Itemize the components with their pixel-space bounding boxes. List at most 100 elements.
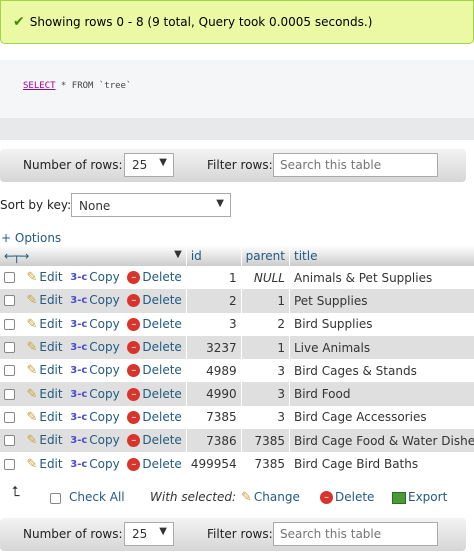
table-row: ✎ Edit 3-c Copy – Delete 3237 1 Live Animals [0,335,474,360]
edit-button[interactable]: Edit [39,433,62,447]
check-icon: ✔ [13,14,25,30]
filter-label: Filter rows: [207,527,273,541]
column-arrows-icon[interactable]: ←┬→ [4,249,29,263]
cell-parent: NULL [241,266,290,290]
row-checkbox[interactable] [4,318,15,330]
cell-id: 1 [186,266,242,290]
cell-title: Bird Supplies [289,312,474,336]
delete-button[interactable]: Delete [142,340,181,354]
table-row: ✎ Edit 3-c Copy – Delete 4989 3 Bird Cages & S… [0,359,474,383]
row-checkbox[interactable] [4,435,15,447]
delete-button[interactable]: Delete [142,293,181,307]
delete-button[interactable]: Delete [142,387,181,401]
copy-icon: 3-c [70,318,88,330]
edit-button[interactable]: Edit [39,387,62,401]
edit-button[interactable]: Edit [39,340,62,354]
copy-button[interactable]: Copy [89,433,119,447]
column-header-parent[interactable]: parent [241,245,290,266]
delete-button[interactable]: Delete [142,363,181,377]
bulk-actions-bar: ⮤ Check All With selected: ✎ Change – Dele… [0,484,474,510]
row-checkbox[interactable] [4,295,15,307]
caret-down-icon: ▼ [216,198,224,209]
delete-button[interactable]: Delete [142,433,181,447]
check-all-link[interactable]: Check All [69,490,125,504]
table-row: ✎ Edit 3-c Copy – Delete 1 NULL Animals & Pet … [0,266,474,290]
sort-triangle-icon[interactable]: ▼ [174,249,182,260]
delete-button[interactable]: Delete [142,270,181,284]
bulk-change-button[interactable]: Change [254,490,300,504]
copy-button[interactable]: Copy [89,387,119,401]
row-actions-cell: ✎ Edit 3-c Copy – Delete [0,289,187,313]
row-actions-cell: ✎ Edit 3-c Copy – Delete [0,266,187,290]
delete-icon: – [127,457,141,471]
bulk-export-button[interactable]: Export [408,490,447,504]
pencil-icon: ✎ [26,363,38,379]
row-actions-cell: ✎ Edit 3-c Copy – Delete [0,429,187,453]
edit-button[interactable]: Edit [39,457,62,471]
row-checkbox[interactable] [4,272,15,284]
filter-input-bottom[interactable] [273,522,438,546]
row-actions-cell: ✎ Edit 3-c Copy – Delete [0,312,187,336]
copy-icon: 3-c [70,342,88,354]
copy-button[interactable]: Copy [89,270,119,284]
cell-parent: 2 [241,312,290,336]
edit-button[interactable]: Edit [39,293,62,307]
copy-icon: 3-c [70,458,88,470]
rows-select-bottom[interactable]: 25 ▼ [124,522,174,546]
row-checkbox[interactable] [4,342,15,354]
bulk-delete-button[interactable]: Delete [335,490,374,504]
caret-down-icon: ▼ [159,157,167,168]
delete-icon: – [127,294,141,308]
edit-button[interactable]: Edit [39,410,62,424]
edit-button[interactable]: Edit [39,270,62,284]
caret-down-icon: ▼ [159,526,167,537]
options-link[interactable]: + Options [1,231,61,245]
delete-button[interactable]: Delete [142,410,181,424]
delete-icon: – [127,410,141,424]
rows-select[interactable]: 25 ▼ [124,153,174,177]
cell-id: 499954 [186,452,242,476]
column-header-title[interactable]: title [289,245,474,266]
copy-button[interactable]: Copy [89,317,119,331]
copy-button[interactable]: Copy [89,457,119,471]
sql-query-box: SELECT * FROM `tree` [0,60,474,140]
delete-button[interactable]: Delete [142,317,181,331]
results-table: ←┬→ ▼ id parent title ✎ Edit 3-c Copy – Del… [0,245,474,476]
copy-button[interactable]: Copy [89,340,119,354]
copy-button[interactable]: Copy [89,293,119,307]
table-row: ✎ Edit 3-c Copy – Delete 4990 3 Bird Food [0,382,474,406]
cell-title: Live Animals [289,335,474,360]
copy-button[interactable]: Copy [89,410,119,424]
row-actions-cell: ✎ Edit 3-c Copy – Delete [0,452,187,476]
pencil-icon: ✎ [26,386,38,402]
cell-parent: 3 [241,405,290,430]
pencil-icon: ✎ [241,490,252,505]
pencil-icon: ✎ [26,293,38,309]
copy-button[interactable]: Copy [89,363,119,377]
delete-icon: – [127,434,141,448]
cell-title: Pet Supplies [289,289,474,313]
row-checkbox[interactable] [4,388,15,400]
cell-title: Bird Cage Food & Water Dishes [289,429,474,453]
cell-id: 3 [186,312,242,336]
cell-parent: 1 [241,289,290,313]
column-header-id[interactable]: id [186,245,242,266]
edit-button[interactable]: Edit [39,363,62,377]
row-checkbox[interactable] [4,411,15,423]
cell-title: Bird Cages & Stands [289,359,474,383]
row-checkbox[interactable] [4,365,15,377]
rows-value: 25 [132,158,148,172]
copy-icon: 3-c [70,295,88,307]
cell-parent: 7385 [241,429,290,453]
sql-query: SELECT * FROM `tree` [0,60,474,118]
row-checkbox[interactable] [4,458,15,470]
table-row: ✎ Edit 3-c Copy – Delete 7386 7385 Bird Cage F… [0,429,474,453]
edit-button[interactable]: Edit [39,317,62,331]
sql-table: `tree` [98,81,132,91]
rows-label: Number of rows: [23,527,123,541]
sql-keyword[interactable]: SELECT [23,81,56,91]
sort-select[interactable]: None ▼ [71,193,231,217]
check-all-checkbox[interactable] [50,493,61,504]
filter-input[interactable] [273,153,438,177]
delete-button[interactable]: Delete [142,457,181,471]
